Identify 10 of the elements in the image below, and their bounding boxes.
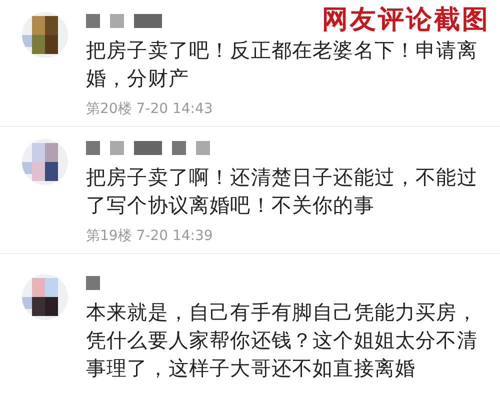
blurred-name: [86, 276, 100, 292]
comment-text: 本来就是，自己有手有脚自己凭能力买房，凭什么要人家帮你还钱？这个姐姐太分不清事理了，这样子大哥还不如直接离婚: [86, 299, 478, 382]
comment-text: 把房子卖了啊！还清楚日子还能过，不能过了写个协议离婚吧！不关你的事: [86, 164, 478, 219]
comment-text: 把房子卖了吧！反正都在老婆名下！申请离婚，分财产: [86, 37, 478, 92]
avatar: [22, 139, 68, 185]
avatar: [22, 12, 68, 58]
avatar: [22, 274, 68, 320]
floor-time: 第19楼 7-20 14:39: [86, 227, 214, 245]
caption: 网友评论截图: [322, 4, 490, 37]
floor-time: 第20楼 7-20 14:43: [86, 100, 214, 118]
